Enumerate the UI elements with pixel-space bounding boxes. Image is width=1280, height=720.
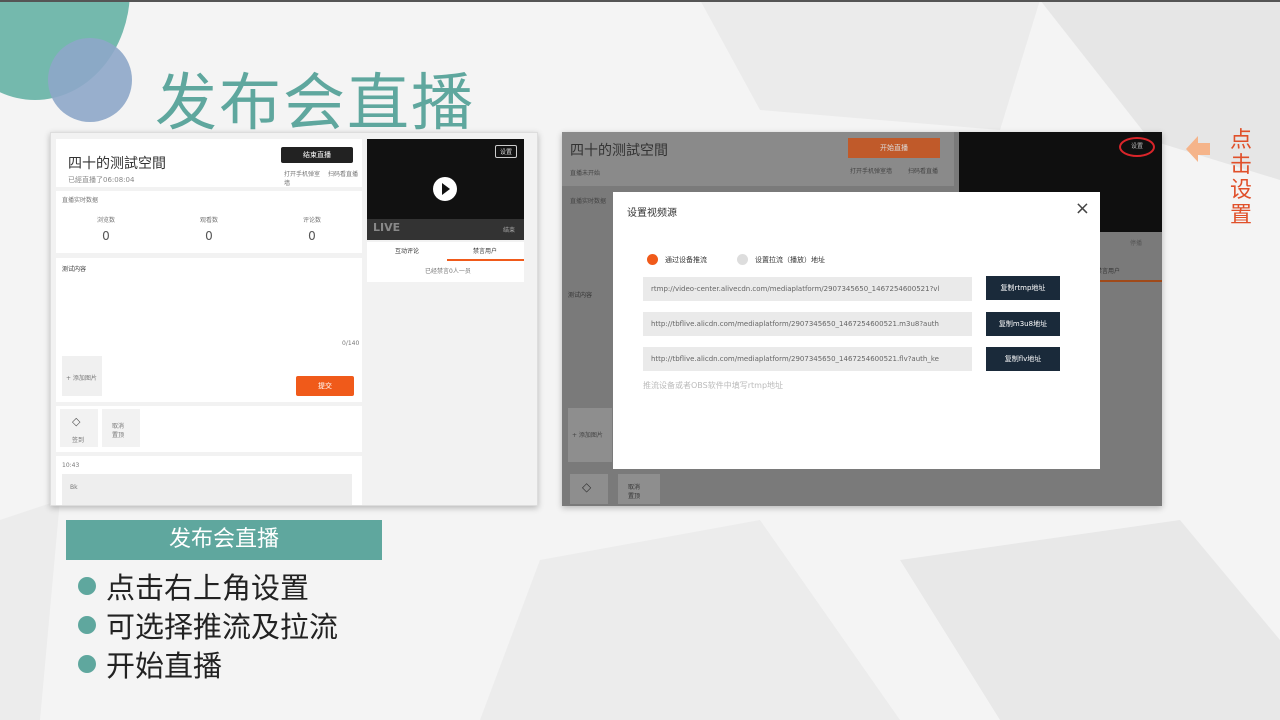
close-icon[interactable]: × [1075, 198, 1090, 219]
settings-button[interactable]: 设置 [495, 145, 518, 158]
bullet-item: 可选择推流及拉流 [78, 605, 338, 644]
bullet-dot [78, 615, 96, 634]
tag-icon: ◇ [72, 415, 81, 428]
scan-to-watch-link[interactable]: 扫码看直播 [908, 166, 938, 175]
arrow-left-icon [1186, 136, 1210, 162]
top-border [0, 0, 1280, 2]
video-preview[interactable]: 设置 LIVE 结束 [367, 139, 524, 240]
live-label: LIVE [373, 221, 401, 234]
option-pull-label[interactable]: 设置拉流（播放）地址 [755, 255, 825, 265]
start-live-button[interactable]: 开始直播 [848, 138, 940, 158]
add-image-label: + 添加图片 [572, 432, 603, 439]
side-note: 点 击 设 置 [1230, 128, 1254, 228]
bullet-text: 开始直播 [106, 648, 223, 683]
stat-label: 浏览数 [96, 217, 115, 224]
submit-button[interactable]: 提交 [296, 376, 354, 396]
message-card: 10:43 Bk [56, 456, 362, 505]
room-title: 四十的测試空間 [570, 143, 668, 159]
stat-label: 评论数 [302, 217, 321, 224]
side-note-char: 设 [1230, 178, 1253, 203]
bullet-text: 点击右上角设置 [106, 570, 310, 605]
dimmed-header: 四十的测試空間 直播未开始 开始直播 打开手机弹室墙 扫码看直播 [562, 132, 954, 186]
unpin-tag[interactable]: 取消 置顶 [618, 474, 660, 504]
content-label: 测试内容 [568, 292, 593, 299]
side-note-char: 击 [1230, 153, 1253, 178]
screenshot-settings-dialog: 四十的测試空間 直播未开始 开始直播 打开手机弹室墙 扫码看直播 直播实时数据 … [562, 132, 1162, 506]
stats-header: 直播实时数据 [62, 197, 99, 204]
tab-underline [447, 259, 524, 261]
option-push-label[interactable]: 通过设备推流 [665, 255, 707, 265]
side-tabs: 互动评论 禁言用户 已经禁言0人一员 [367, 242, 524, 282]
m3u8-url-field[interactable]: http://tbflive.alicdn.com/mediaplatform/… [643, 312, 972, 336]
copy-flv-button[interactable]: 复制flv地址 [986, 347, 1060, 371]
open-phone-wall-link[interactable]: 打开手机弹室墙 [850, 166, 894, 175]
flv-url-field[interactable]: http://tbflive.alicdn.com/mediaplatform/… [643, 347, 972, 371]
tag-icon: ◇ [582, 480, 592, 494]
slide-title: 发布会直播 [155, 66, 476, 139]
banned-count: 已经禁言0人一员 [425, 268, 471, 275]
dialog-hint: 推流设备或者OBS软件中填写rtmp地址 [643, 381, 784, 390]
tab-underline [1100, 280, 1162, 282]
tag-icon-box[interactable]: ◇ [570, 474, 608, 504]
side-note-char: 置 [1230, 203, 1253, 228]
end-live-button[interactable]: 结束直播 [281, 147, 353, 163]
stat-value: 0 [308, 229, 316, 243]
video-bar: LIVE 结束 [367, 219, 524, 240]
tab-interact[interactable]: 互动评论 [395, 246, 419, 255]
tag-label: 签到 [72, 437, 85, 444]
radio-push-selected[interactable] [647, 254, 658, 265]
bullet-dot [78, 654, 96, 673]
live-status: 直播未开始 [570, 170, 601, 177]
room-header-card: 四十的测試空間 已經直播了06:08:04 结束直播 打开手机弹室墙 扫码看直播 [56, 139, 362, 187]
dialog-title: 设置视频源 [627, 208, 677, 219]
stats-card: 直播实时数据 浏览数 0 观看数 0 评论数 0 [56, 191, 362, 253]
screenshot-live-console: 四十的测試空間 已經直播了06:08:04 结束直播 打开手机弹室墙 扫码看直播… [50, 132, 538, 506]
tag-card: ◇ 签到 取消 置顶 [56, 406, 362, 452]
stop-label[interactable]: 结束 [503, 225, 515, 234]
copy-m3u8-button[interactable]: 复制m3u8地址 [986, 312, 1060, 336]
stats-header: 直播实时数据 [570, 198, 607, 205]
add-image-button[interactable]: + 添加图片 [62, 356, 102, 396]
settings-highlight-ring [1119, 137, 1155, 157]
bullet-item: 点击右上角设置 [78, 566, 338, 605]
scan-to-watch-link[interactable]: 扫码看直播 [328, 169, 358, 178]
live-status: 已經直播了06:08:04 [68, 176, 135, 184]
char-count: 0/140 [342, 340, 360, 347]
tag-label: 取消 置顶 [112, 423, 125, 439]
room-title: 四十的测試空間 [68, 156, 166, 172]
bullet-item: 开始直播 [78, 644, 338, 683]
side-note-char: 点 [1230, 128, 1253, 153]
decor-circle-blue [48, 38, 132, 122]
unpin-tag[interactable]: 取消 置顶 [102, 409, 140, 447]
sign-in-tag[interactable]: ◇ 签到 [60, 409, 98, 447]
content-label: 测试内容 [62, 266, 87, 273]
rtmp-url-field[interactable]: rtmp://video-center.alivecdn.com/mediapl… [643, 277, 972, 301]
stop-label[interactable]: 停播 [1130, 238, 1142, 247]
stat-value: 0 [102, 229, 110, 243]
add-image-label: + 添加图片 [66, 375, 97, 382]
tag-label: 取消 置顶 [628, 484, 641, 500]
bullet-dot [78, 576, 96, 595]
message-bubble: Bk [62, 474, 352, 505]
play-icon[interactable] [433, 177, 457, 201]
caption-bar: 发布会直播 [66, 520, 382, 560]
message-text: Bk [70, 484, 78, 491]
add-image-button[interactable]: + 添加图片 [568, 408, 612, 462]
video-source-dialog: 设置视频源 × 通过设备推流 设置拉流（播放）地址 rtmp://video-c… [613, 192, 1100, 469]
bullet-list: 点击右上角设置 可选择推流及拉流 开始直播 [78, 566, 338, 683]
message-time: 10:43 [62, 462, 80, 469]
compose-card: 测试内容 0/140 + 添加图片 提交 [56, 258, 362, 402]
bullet-text: 可选择推流及拉流 [106, 609, 339, 644]
stat-label: 观看数 [199, 217, 218, 224]
tab-banned[interactable]: 禁言用户 [473, 246, 497, 255]
radio-pull[interactable] [737, 254, 748, 265]
copy-rtmp-button[interactable]: 复制rtmp地址 [986, 276, 1060, 300]
stat-value: 0 [205, 229, 213, 243]
open-phone-wall-link[interactable]: 打开手机弹室墙 [284, 169, 322, 187]
